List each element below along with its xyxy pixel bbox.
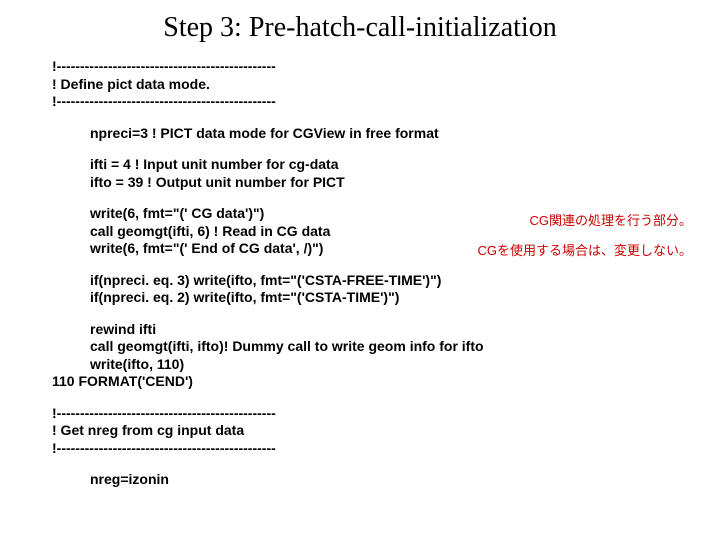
separator-line: !---------------------------------------… bbox=[52, 440, 710, 458]
line-ifto: ifto = 39 ! Output unit number for PICT bbox=[52, 174, 710, 192]
code-block: !---------------------------------------… bbox=[0, 58, 720, 489]
line-if-npreci3: if(npreci. eq. 3) write(ifto, fmt="('CST… bbox=[52, 272, 710, 290]
line-format-cend: 110 FORMAT('CEND') bbox=[52, 373, 710, 391]
page-title: Step 3: Pre-hatch-call-initialization bbox=[0, 12, 720, 44]
line-npreci: npreci=3 ! PICT data mode for CGView in … bbox=[52, 125, 710, 143]
separator-line: !---------------------------------------… bbox=[52, 93, 710, 111]
separator-line: !---------------------------------------… bbox=[52, 58, 710, 76]
line-if-npreci2: if(npreci. eq. 2) write(ifto, fmt="('CST… bbox=[52, 289, 710, 307]
line-ifti: ifti = 4 ! Input unit number for cg-data bbox=[52, 156, 710, 174]
line-rewind: rewind ifti bbox=[52, 321, 710, 339]
comment-nreg: ! Get nreg from cg input data bbox=[52, 422, 710, 440]
comment-pict-mode: ! Define pict data mode. bbox=[52, 76, 710, 94]
annotation-cg-section: CG関連の処理を行う部分。 bbox=[529, 210, 692, 229]
line-write-ifto: write(ifto, 110) bbox=[52, 356, 710, 374]
separator-line: !---------------------------------------… bbox=[52, 405, 710, 423]
line-nreg: nreg=izonin bbox=[52, 471, 710, 489]
annotation-cg-unchanged: CGを使用する場合は、変更しない。 bbox=[477, 240, 692, 259]
line-geomgt-dummy: call geomgt(ifti, ifto)! Dummy call to w… bbox=[52, 338, 710, 356]
